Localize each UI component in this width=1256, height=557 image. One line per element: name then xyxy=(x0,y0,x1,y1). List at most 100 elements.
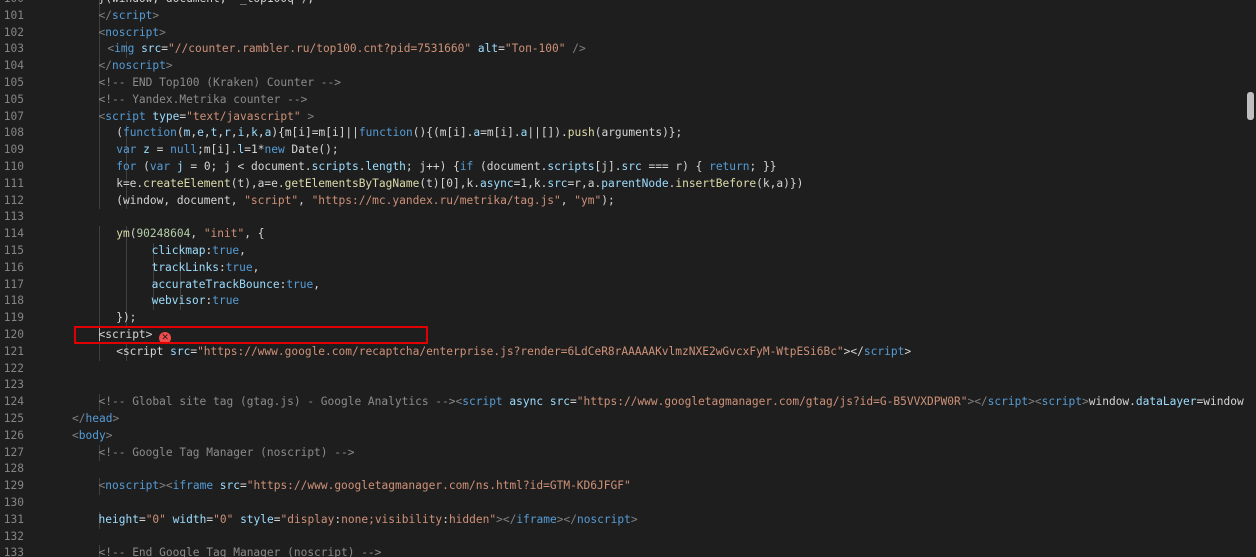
code-line[interactable]: 119}); xyxy=(0,310,1244,327)
code-token: ym xyxy=(116,227,130,241)
code-token: = xyxy=(498,42,505,56)
code-token: alt xyxy=(477,42,499,56)
code-line[interactable]: 111 k=e.createElement(t),a=e.getElementsB… xyxy=(0,175,1244,193)
line-number: 124 xyxy=(3,395,24,409)
code-token: ></ xyxy=(967,395,988,409)
code-line[interactable]: 103 <img src="//counter.rambler.ru/top100… xyxy=(0,41,1244,59)
line-number: 125 xyxy=(3,411,24,425)
code-token: script xyxy=(112,8,153,22)
line-number: 122 xyxy=(3,361,24,375)
code-line[interactable]: 125 </head> xyxy=(0,411,1244,428)
code-token: script xyxy=(1041,395,1082,409)
code-token: function xyxy=(358,126,413,140)
code-line[interactable]: 104 </noscript> xyxy=(0,58,1244,75)
code-token: script xyxy=(105,109,153,123)
code-line[interactable]: 107 <script type="text/javascript" > xyxy=(0,108,1244,126)
code-line[interactable]: 109 var z = null;m[i].l=1*new Date(); xyxy=(0,142,1244,159)
code-text: <!-- Yandex.Metrika counter --> xyxy=(99,92,308,109)
code-line[interactable]: 102 <noscript> xyxy=(0,24,1244,42)
code-token: trackLinks xyxy=(151,260,219,274)
code-line[interactable]: 122 xyxy=(0,361,1244,378)
code-line[interactable]: 121 <script src="https://www.google.com/r… xyxy=(0,343,1244,361)
code-text: webvisor:true xyxy=(152,293,240,310)
code-token: =m[i]. xyxy=(480,126,521,140)
code-line[interactable]: 112 (window, document, "script", "https:/… xyxy=(0,192,1244,210)
indent-guide xyxy=(98,293,100,311)
code-token: (window, document, xyxy=(116,193,245,207)
code-token: noscript xyxy=(105,25,160,39)
indent-guide xyxy=(98,125,100,143)
code-text: <body> xyxy=(72,428,112,445)
code-token: src xyxy=(621,159,642,173)
code-line[interactable]: 117 accurateTrackBounce:true, xyxy=(0,276,1244,294)
code-line[interactable]: 124 <!-- Global site tag (gtag.js) - Goog… xyxy=(0,394,1256,411)
code-token: > xyxy=(630,512,638,526)
code-token: 90248604 xyxy=(136,227,191,241)
code-token: , xyxy=(560,193,575,207)
code-line[interactable]: 118 webvisor:true xyxy=(0,293,1244,311)
code-token: ( xyxy=(136,159,150,173)
code-line[interactable]: 132 xyxy=(0,529,1244,546)
code-line[interactable]: 113 xyxy=(0,209,1244,226)
indent-guide xyxy=(98,343,100,361)
code-token: k=e. xyxy=(116,176,144,190)
code-line[interactable]: 105 <!-- END Top100 (Kraken) Counter --> xyxy=(0,74,1244,92)
code-line[interactable]: 123 xyxy=(0,377,1244,394)
code-line[interactable]: 105 <!-- Yandex.Metrika counter --> xyxy=(0,91,1244,109)
code-line[interactable]: 128 xyxy=(0,461,1244,478)
indent-guide xyxy=(125,259,127,277)
line-number: 120 xyxy=(3,327,24,341)
code-token: , xyxy=(313,277,321,291)
code-token: "https://www.googletagmanager.com/ns.htm… xyxy=(246,479,631,493)
code-editor[interactable]: 100}(window, document, "_top100q");101</… xyxy=(0,0,1256,557)
code-token: window. xyxy=(1088,395,1136,409)
code-line[interactable]: 114 ym(90248604, "init", { xyxy=(0,226,1244,243)
code-text: </noscript> xyxy=(99,58,173,75)
indent-guide xyxy=(125,242,127,260)
code-text: k=e.createElement(t),a=e.getElementsByTa… xyxy=(116,176,803,193)
code-line[interactable]: 115 clickmap:true, xyxy=(0,242,1244,260)
code-token: <!-- Global site tag (gtag.js) - Google … xyxy=(98,395,456,409)
code-line[interactable]: 108 (function(m,e,t,r,i,k,a){m[i]=m[i]||f… xyxy=(0,125,1244,143)
code-token: scripts xyxy=(311,159,359,173)
code-text: <!-- Google Tag Manager (noscript) --> xyxy=(99,445,355,462)
line-number: 105 xyxy=(3,75,24,89)
code-token: }(window, document, "_top100q"); xyxy=(99,0,315,5)
code-text: clickmap:true, xyxy=(152,243,246,260)
indent-guide xyxy=(98,41,100,59)
code-token: </ xyxy=(98,59,112,73)
code-token: <!-- Google Tag Manager (noscript) --> xyxy=(98,445,355,459)
code-lines: 100}(window, document, "_top100q");101</… xyxy=(0,0,1256,557)
code-line[interactable]: 110 for (var j = 0; j < document.scripts.… xyxy=(0,158,1244,176)
code-token: scripts xyxy=(547,159,595,173)
indent-guide xyxy=(98,226,100,243)
code-token: hidden" xyxy=(448,512,497,526)
code-line[interactable]: 100}(window, document, "_top100q"); xyxy=(0,0,1244,8)
code-line[interactable]: 101 </script> xyxy=(0,7,1244,25)
code-token: =1* xyxy=(244,143,265,157)
line-number: 133 xyxy=(3,546,24,557)
code-line[interactable]: 133 <!-- End Google Tag Manager (noscript… xyxy=(0,545,1244,557)
indent-guide xyxy=(98,192,100,210)
code-token: src xyxy=(547,176,568,190)
code-line[interactable]: 127 <!-- Google Tag Manager (noscript) --… xyxy=(0,444,1244,462)
indent-guide xyxy=(125,276,127,294)
code-line[interactable]: 126 <body> xyxy=(0,428,1244,445)
code-token: script xyxy=(987,395,1029,409)
scrollbar-thumb[interactable] xyxy=(1247,92,1254,120)
code-line[interactable]: 131 height="0" width="0" style="display:n… xyxy=(0,511,1244,529)
code-token: ></ xyxy=(556,512,577,526)
code-token: (t),a=e. xyxy=(230,176,285,190)
code-line[interactable]: 129 <noscript><iframe src="https://www.go… xyxy=(0,478,1244,495)
vertical-scrollbar[interactable] xyxy=(1244,0,1256,557)
code-line[interactable]: 116 trackLinks:true, xyxy=(0,259,1244,277)
code-token: (arguments)}; xyxy=(594,126,683,140)
code-token: "init" xyxy=(203,227,245,241)
code-line[interactable]: 130 xyxy=(0,495,1244,512)
code-token: e xyxy=(197,126,204,140)
code-token: width xyxy=(172,512,207,526)
code-text: (function(m,e,t,r,i,k,a){m[i]=m[i]||func… xyxy=(116,125,682,142)
indent-guide xyxy=(125,293,127,311)
code-token: r xyxy=(224,126,231,140)
code-token: }); xyxy=(116,311,137,325)
